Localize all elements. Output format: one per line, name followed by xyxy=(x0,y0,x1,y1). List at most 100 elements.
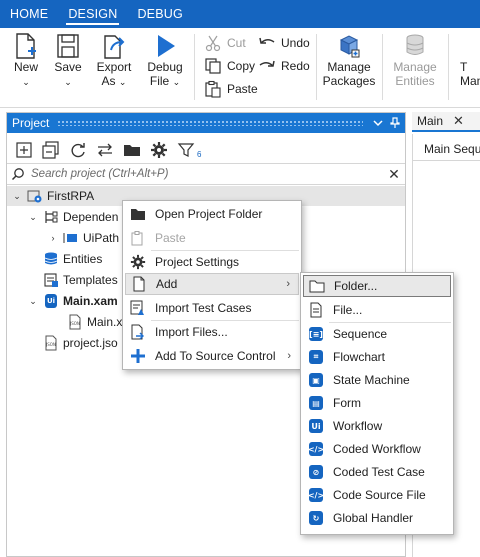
menu-item-coded-test-case[interactable]: ⊘ Coded Test Case xyxy=(303,461,451,483)
global-handler-icon: ↻ xyxy=(307,509,325,527)
save-button[interactable]: Save ⌄ xyxy=(48,28,88,108)
menu-item-file[interactable]: File... xyxy=(303,299,451,321)
menu-item-workflow[interactable]: Ui Workflow xyxy=(303,415,451,437)
debug-file-label: File xyxy=(149,74,170,88)
tree-label-project-json: project.jso xyxy=(63,336,118,350)
pin-icon[interactable] xyxy=(388,115,402,131)
chevron-right-icon[interactable]: › xyxy=(47,233,59,243)
ribbon-divider xyxy=(448,34,449,100)
redo-button[interactable]: Redo xyxy=(258,55,310,77)
menu-label: Form xyxy=(333,396,361,410)
menu-item-project-settings[interactable]: Project Settings xyxy=(125,251,299,273)
main-tab-label: Main xyxy=(417,114,444,128)
menu-item-folder[interactable]: Folder... xyxy=(303,275,451,297)
menu-item-form[interactable]: ▤ Form xyxy=(303,392,451,414)
menu-label: Sequence xyxy=(333,327,388,341)
chevron-down-icon[interactable]: ⌄ xyxy=(11,191,23,202)
tree-item-entities[interactable]: Entities xyxy=(27,249,102,269)
top-tab-bar: HOME DESIGN DEBUG xyxy=(0,0,480,28)
flowchart-icon: ⌗ xyxy=(307,348,325,366)
open-folder-icon[interactable] xyxy=(123,141,141,159)
redo-icon xyxy=(259,60,275,67)
tree-item-main-child[interactable]: JSON Main.x xyxy=(63,312,122,332)
tree-item-project-json[interactable]: JSON project.jso xyxy=(39,333,118,353)
menu-item-paste[interactable]: Paste xyxy=(125,227,299,249)
collapse-all-icon[interactable] xyxy=(42,141,60,159)
undo-button[interactable]: Undo xyxy=(258,32,310,54)
menu-item-code-source-file[interactable]: </> Code Source File xyxy=(303,484,451,506)
menu-item-open-project-folder[interactable]: Open Project Folder xyxy=(125,203,299,225)
chevron-down-icon[interactable]: ⌄ xyxy=(27,212,39,223)
refresh-icon[interactable] xyxy=(69,141,87,159)
file-icon xyxy=(307,301,325,319)
ribbon-divider xyxy=(316,34,317,100)
menu-item-sequence[interactable]: [≡] Sequence xyxy=(303,323,451,345)
database-icon xyxy=(406,34,424,55)
export-icon xyxy=(104,35,125,59)
menu-item-add-to-source-control[interactable]: Add To Source Control › xyxy=(125,345,299,367)
tree-item-main-xaml[interactable]: ⌄ Ui Main.xam xyxy=(27,291,118,311)
tree-item-uipath[interactable]: › UiPath xyxy=(47,228,120,248)
menu-label: File... xyxy=(333,303,363,317)
tree-label-main-child: Main.x xyxy=(87,315,123,329)
form-icon: ▤ xyxy=(307,394,325,412)
tree-label-templates: Templates xyxy=(63,273,118,287)
tab-debug[interactable]: DEBUG xyxy=(127,0,192,28)
menu-item-import-test-cases[interactable]: Import Test Cases xyxy=(125,297,299,319)
menu-item-global-handler[interactable]: ↻ Global Handler xyxy=(303,507,451,529)
manage-entities-label-2: Entities xyxy=(395,74,435,88)
plus-icon xyxy=(129,347,147,365)
project-panel-title: Project xyxy=(12,116,50,130)
menu-item-import-files[interactable]: Import Files... xyxy=(125,321,299,343)
workflow-file-icon: Ui xyxy=(43,293,59,309)
add-submenu: Folder... File... [≡] Sequence ⌗ Flowcha… xyxy=(300,272,454,535)
sync-icon[interactable] xyxy=(96,141,114,159)
expand-all-icon[interactable] xyxy=(15,141,33,159)
project-search[interactable]: Search project (Ctrl+Alt+P) ✕ xyxy=(7,163,405,185)
menu-item-state-machine[interactable]: ▣ State Machine xyxy=(303,369,451,391)
tree-item-templates[interactable]: Templates xyxy=(27,270,118,290)
menu-item-flowchart[interactable]: ⌗ Flowchart xyxy=(303,346,451,368)
search-icon xyxy=(11,168,24,181)
tab-main[interactable]: Main ✕ xyxy=(412,112,480,132)
copy-button[interactable]: Copy xyxy=(204,55,255,77)
manage-entities-button[interactable]: Manage Entities xyxy=(386,28,444,108)
menu-label: Global Handler xyxy=(333,511,414,525)
new-button[interactable]: New ⌄ xyxy=(4,28,48,108)
project-toolbar xyxy=(15,139,195,161)
filter-icon[interactable] xyxy=(177,141,195,159)
export-as-button[interactable]: Export As ⌄ xyxy=(90,28,138,108)
clear-search-icon[interactable]: ✕ xyxy=(383,166,405,183)
chevron-down-icon[interactable]: ⌄ xyxy=(27,296,39,307)
project-panel-header: Project xyxy=(7,113,405,133)
tree-item-dependencies[interactable]: ⌄ Dependen xyxy=(27,207,118,227)
panel-dropdown-icon[interactable] xyxy=(371,115,385,131)
debug-file-button[interactable]: Debug File ⌄ xyxy=(142,28,188,108)
settings-gear-icon[interactable] xyxy=(150,141,168,159)
new-file-icon xyxy=(16,33,36,59)
menu-label: Flowchart xyxy=(333,350,386,364)
coded-workflow-icon: </> xyxy=(307,440,325,458)
partial-ribbon-button[interactable]: TMan xyxy=(452,28,480,108)
menu-item-add[interactable]: Add › xyxy=(125,273,299,295)
manage-packages-label-2: Packages xyxy=(322,74,376,88)
sequence-icon: [≡] xyxy=(307,325,325,343)
paste-button[interactable]: Paste xyxy=(204,78,258,100)
chevron-down-icon: ⌄ xyxy=(172,77,181,87)
manage-packages-button[interactable]: Manage Packages xyxy=(320,28,378,108)
menu-label: Coded Workflow xyxy=(333,442,421,456)
export-as-label: As xyxy=(101,74,116,88)
scissors-icon xyxy=(205,35,221,52)
paste-label: Paste xyxy=(227,82,258,96)
tree-label-dependencies: Dependen xyxy=(63,210,119,224)
menu-label: Folder... xyxy=(334,279,378,293)
new-label: New xyxy=(13,60,38,74)
menu-item-coded-workflow[interactable]: </> Coded Workflow xyxy=(303,438,451,460)
cut-button[interactable]: Cut xyxy=(204,32,246,54)
tab-home[interactable]: HOME xyxy=(0,0,58,28)
tab-design[interactable]: DESIGN xyxy=(58,0,127,28)
menu-label: State Machine xyxy=(333,373,410,387)
search-input[interactable]: Search project (Ctrl+Alt+P) xyxy=(31,168,383,180)
close-icon[interactable]: ✕ xyxy=(453,113,464,129)
code-source-file-icon: </> xyxy=(307,486,325,504)
